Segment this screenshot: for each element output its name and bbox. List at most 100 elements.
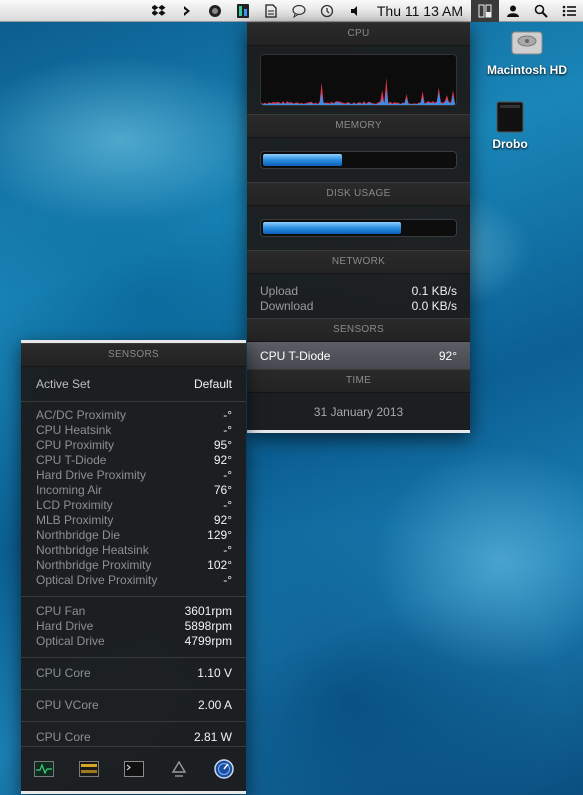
sensor-reading: 95°: [213, 438, 232, 452]
time-machine-icon[interactable]: [313, 0, 341, 22]
menu-bar: Thu 11 13 AM: [0, 0, 583, 22]
temperature-row: AC/DC Proximity -°: [21, 408, 246, 423]
sensor-reading: -°: [223, 573, 232, 587]
desktop-icon-label: Macintosh HD: [486, 63, 567, 77]
network-download-row: Download 0.0 KB/s: [247, 299, 470, 314]
desktop-icon-macintosh-hd[interactable]: Macintosh HD: [471, 26, 583, 77]
network-upload-row: Upload 0.1 KB/s: [247, 284, 470, 299]
istat-cpu-menu-icon[interactable]: [471, 0, 499, 22]
sensor-menu-item-cpu-t-diode[interactable]: CPU T-Diode 92°: [247, 342, 470, 369]
temperature-row: LCD Proximity -°: [21, 498, 246, 513]
user-icon[interactable]: [499, 0, 527, 22]
section-header-memory: MEMORY: [247, 114, 470, 138]
sensor-reading: 3601rpm: [184, 604, 232, 618]
section-header-sensors: SENSORS: [247, 318, 470, 342]
desktop-icon-label: Drobo: [492, 137, 528, 151]
volume-icon[interactable]: [341, 0, 369, 22]
document-icon[interactable]: [257, 0, 285, 22]
sensor-reading: 5898rpm: [184, 619, 232, 633]
cpu-user-area: [261, 77, 456, 105]
temperature-row: Hard Drive Proximity -°: [21, 468, 246, 483]
hard-drive-icon: [511, 31, 543, 55]
upload-value: 0.1 KB/s: [411, 284, 457, 298]
download-value: 0.0 KB/s: [411, 299, 457, 313]
temperature-row: Northbridge Die 129°: [21, 528, 246, 543]
dropbox-icon[interactable]: [145, 0, 173, 22]
cpu-history-graph: [260, 54, 457, 106]
sensor-reading: -°: [223, 498, 232, 512]
disk-usage-bar: [260, 219, 457, 237]
temperature-row: CPU T-Diode 92°: [21, 453, 246, 468]
temperature-row: Northbridge Proximity 102°: [21, 558, 246, 573]
sensor-reading: 102°: [207, 558, 232, 572]
chevron-right-icon[interactable]: [173, 0, 201, 22]
current-label: CPU VCore: [36, 698, 99, 712]
section-header-disk-usage: DISK USAGE: [247, 182, 470, 206]
fan-list: CPU Fan 3601rpm Hard Drive 5898rpm Optical D…: [21, 597, 246, 658]
active-set-row[interactable]: Active Set Default: [21, 377, 246, 392]
sensor-reading: 92°: [213, 453, 232, 467]
sensors-widget: SENSORS Active Set Default AC/DC Proximi…: [21, 340, 246, 794]
section-header-network: NETWORK: [247, 250, 470, 274]
current-value: 2.00 A: [197, 698, 232, 712]
sensor-reading: -°: [223, 468, 232, 482]
sensor-name: CPU T-Diode: [36, 453, 107, 467]
menu-clock[interactable]: Thu 11 13 AM: [369, 0, 471, 22]
current-group: CPU VCore 2.00 A: [21, 690, 246, 722]
istat-menu-dropdown: CPU MEMORY DISK USAGE NETWORK Upload 0.1…: [247, 22, 470, 433]
sensor-name: Hard Drive: [36, 619, 94, 633]
sensor-reading: -°: [223, 423, 232, 437]
sensor-name: CPU Proximity: [36, 438, 115, 452]
sensor-reading: -°: [223, 408, 232, 422]
active-set-value: Default: [193, 377, 232, 391]
sensor-reading: 92°: [213, 513, 232, 527]
upload-label: Upload: [260, 284, 299, 298]
temperature-row: MLB Proximity 92°: [21, 513, 246, 528]
activity-monitor-icon[interactable]: [33, 760, 55, 778]
current-date: 31 January 2013: [313, 405, 404, 419]
temperature-list: AC/DC Proximity -° CPU Heatsink -° CPU Proxi…: [21, 402, 246, 597]
sensor-reading: 129°: [207, 528, 232, 542]
sensor-name: Incoming Air: [36, 483, 103, 497]
widget-toolbar: [21, 746, 246, 791]
active-set-label: Active Set: [36, 377, 91, 391]
sensor-reading: -°: [223, 543, 232, 557]
sensors-widget-title: SENSORS: [21, 343, 246, 367]
sensor-name: Northbridge Proximity: [36, 558, 152, 572]
temperature-row: Northbridge Heatsink -°: [21, 543, 246, 558]
sensor-name: LCD Proximity: [36, 498, 113, 512]
power-value: 2.81 W: [193, 730, 232, 744]
sensor-name: CPU Fan: [36, 604, 86, 618]
network-utility-icon[interactable]: [213, 759, 235, 779]
temperature-row: Incoming Air 76°: [21, 483, 246, 498]
sensor-label: CPU T-Diode: [260, 348, 331, 363]
terminal-icon[interactable]: [123, 760, 145, 778]
sensor-name: Northbridge Die: [36, 528, 121, 542]
sensor-name: Hard Drive Proximity: [36, 468, 147, 482]
active-set-group: Active Set Default: [21, 367, 246, 402]
fan-row: CPU Fan 3601rpm: [21, 604, 246, 619]
section-header-time: TIME: [247, 369, 470, 393]
record-icon[interactable]: [201, 0, 229, 22]
power-label: CPU Core: [36, 730, 91, 744]
desktop-icon-drobo[interactable]: Drobo: [482, 100, 538, 151]
download-label: Download: [260, 299, 314, 313]
sensor-reading: 76°: [213, 483, 232, 497]
sensor-name: Optical Drive Proximity: [36, 573, 158, 587]
chat-bubble-icon[interactable]: [285, 0, 313, 22]
section-header-cpu: CPU: [247, 22, 470, 46]
sensor-value: 92°: [438, 348, 457, 363]
memory-usage-bar: [260, 151, 457, 169]
disk-usage-fill: [263, 222, 401, 234]
sensor-name: MLB Proximity: [36, 513, 114, 527]
temperature-row: CPU Proximity 95°: [21, 438, 246, 453]
fan-row: Optical Drive 4799rpm: [21, 634, 246, 649]
spotlight-search-icon[interactable]: [527, 0, 555, 22]
recycle-icon[interactable]: [168, 760, 190, 778]
notification-center-icon[interactable]: [555, 0, 583, 22]
voltage-label: CPU Core: [36, 666, 91, 680]
console-clock-icon[interactable]: [78, 760, 100, 778]
istat-menu-icon[interactable]: [229, 0, 257, 22]
sensor-name: CPU Heatsink: [36, 423, 112, 437]
sensor-name: Northbridge Heatsink: [36, 543, 149, 557]
